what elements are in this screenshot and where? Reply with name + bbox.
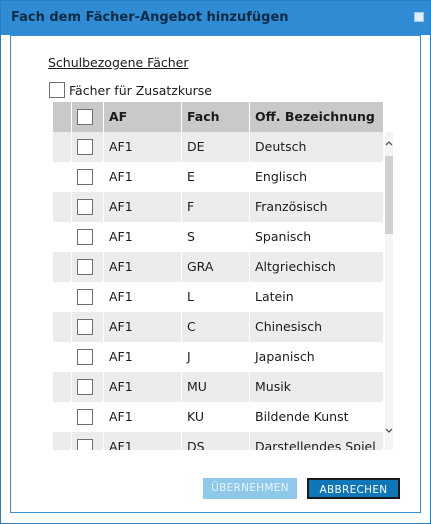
row-checkbox[interactable] [77,229,93,245]
column-divider [181,102,182,450]
cell-fach: E [187,169,195,184]
cell-name: Französisch [255,199,328,214]
cell-af: AF1 [109,139,133,154]
cell-fach: MU [187,379,207,394]
cancel-button[interactable]: ABBRECHEN [307,478,400,499]
row-checkbox[interactable] [77,169,93,185]
chevron-up-icon[interactable] [385,140,393,148]
cell-fach: KU [187,409,205,424]
column-divider [71,102,72,450]
cell-af: AF1 [109,439,133,450]
column-header-fach[interactable]: Fach [187,102,220,132]
cell-af: AF1 [109,199,133,214]
row-checkbox[interactable] [77,439,93,450]
cell-fach: DE [187,139,205,154]
cell-name: Latein [255,289,294,304]
cell-fach: GRA [187,259,214,274]
table-scrollbar[interactable] [385,132,393,450]
cell-name: Darstellendes Spiel [255,439,376,450]
chevron-down-icon[interactable] [385,428,393,436]
cell-name: Chinesisch [255,319,323,334]
select-all-checkbox[interactable] [77,109,93,125]
cell-af: AF1 [109,349,133,364]
zusatzkurse-checkbox[interactable] [49,82,65,98]
minimize-icon[interactable] [414,12,424,22]
cell-af: AF1 [109,379,133,394]
cell-fach: C [187,319,196,334]
row-checkbox[interactable] [77,199,93,215]
cell-af: AF1 [109,259,133,274]
cell-name: Deutsch [255,139,307,154]
cell-af: AF1 [109,409,133,424]
cell-fach: DS [187,439,205,450]
row-checkbox[interactable] [77,379,93,395]
cell-af: AF1 [109,289,133,304]
cell-af: AF1 [109,229,133,244]
column-header-bezeichnung[interactable]: Off. Bezeichnung [255,102,375,132]
row-checkbox[interactable] [77,139,93,155]
cell-fach: S [187,229,195,244]
row-checkbox[interactable] [77,319,93,335]
row-checkbox[interactable] [77,259,93,275]
column-divider [249,102,250,450]
apply-button[interactable]: ÜBERNEHMEN [203,478,297,499]
cell-name: Musik [255,379,291,394]
cell-fach: L [187,289,194,304]
cell-af: AF1 [109,319,133,334]
cell-name: Spanisch [255,229,312,244]
scrollbar-thumb[interactable] [385,156,393,234]
zusatzkurse-label: Fächer für Zusatzkurse [69,82,212,98]
dialog-title: Fach dem Fächer-Angebot hinzufügen [11,10,289,25]
dialog-titlebar: Fach dem Fächer-Angebot hinzufügen [1,1,430,35]
section-link-schulbezogene-faecher[interactable]: Schulbezogene Fächer [48,55,189,70]
row-checkbox[interactable] [77,289,93,305]
cell-name: Englisch [255,169,308,184]
cell-fach: F [187,199,195,214]
row-checkbox[interactable] [77,409,93,425]
cell-fach: J [187,349,191,364]
subject-table: AF Fach Off. Bezeichnung AF1 DE Deutsch AF1… [53,102,393,450]
cell-name: Altgriechisch [255,259,336,274]
column-header-af[interactable]: AF [109,102,127,132]
cell-name: Japanisch [255,349,315,364]
cell-name: Bildende Kunst [255,409,349,424]
cell-af: AF1 [109,169,133,184]
column-divider [103,102,104,450]
row-checkbox[interactable] [77,349,93,365]
zusatzkurse-option[interactable]: Fächer für Zusatzkurse [49,81,212,99]
dialog: Fach dem Fächer-Angebot hinzufügen Schul… [0,0,431,524]
